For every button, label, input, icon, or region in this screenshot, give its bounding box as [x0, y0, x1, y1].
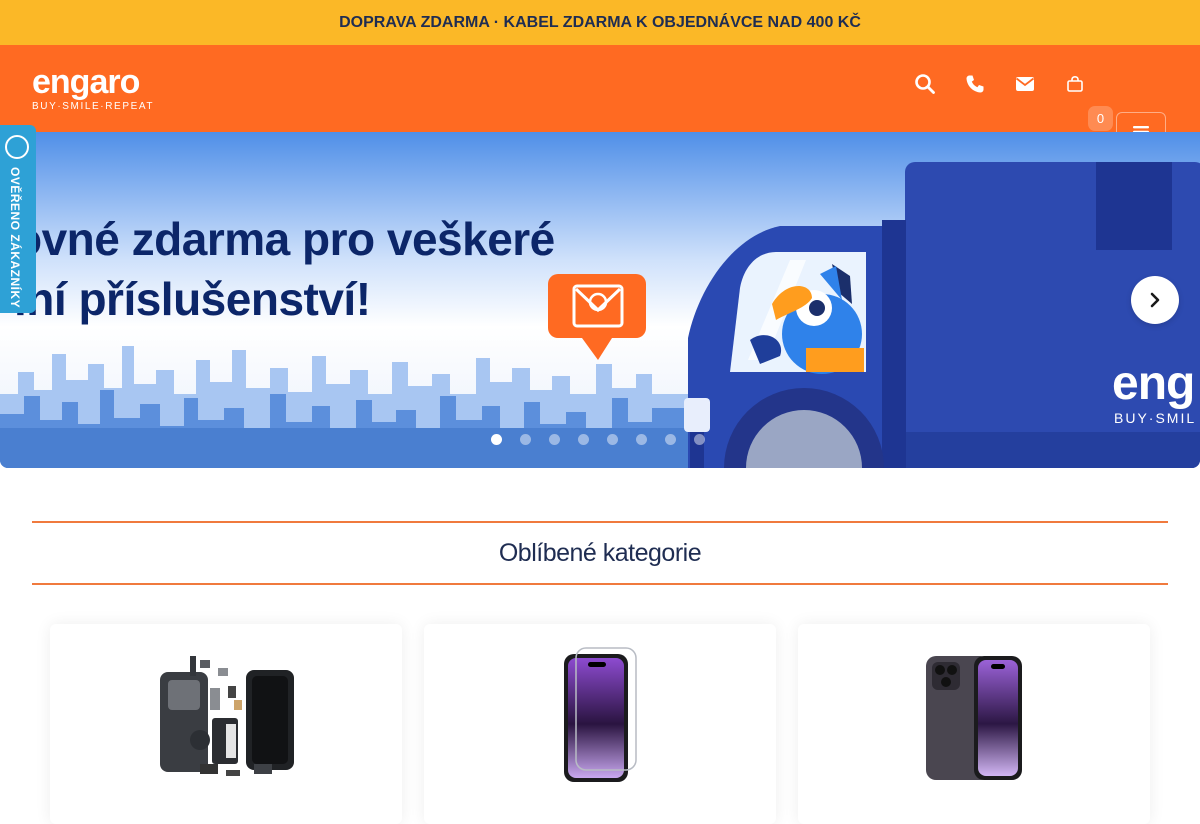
categories-title: Oblíbené kategorie — [498, 538, 702, 567]
carousel-dot[interactable] — [694, 434, 705, 445]
category-card-parts[interactable] — [50, 624, 402, 824]
carousel-dot[interactable] — [607, 434, 618, 445]
site-logo[interactable]: engaro BUY·SMILE·REPEAT — [32, 63, 155, 112]
carousel-dot[interactable] — [491, 434, 502, 445]
carousel-dot[interactable] — [520, 434, 531, 445]
hero-headline-line2: lní příslušenství! — [14, 273, 371, 325]
truck-logo: eng — [1112, 357, 1195, 410]
hero-carousel[interactable]: ovné zdarma pro veškeré lní příslušenstv… — [0, 132, 1200, 468]
verified-badge-text: OVĚŘENO ZÁKAZNÍKY — [8, 167, 22, 309]
verified-seal-icon — [5, 135, 29, 159]
shopping-bag-icon[interactable] — [1058, 67, 1092, 101]
search-icon[interactable] — [908, 67, 942, 101]
category-card-protective-film[interactable] — [798, 624, 1150, 824]
verified-by-customers-badge[interactable]: OVĚŘENO ZÁKAZNÍKY — [0, 125, 36, 313]
truck-tagline: BUY·SMIL — [1114, 410, 1197, 426]
category-card-screen-glass[interactable] — [424, 624, 776, 824]
logo-word: engaro — [32, 63, 140, 101]
cart-count: 0 — [1096, 111, 1105, 126]
carousel-dots — [491, 434, 705, 445]
carousel-dot[interactable] — [665, 434, 676, 445]
mail-icon[interactable] — [1008, 67, 1042, 101]
phone-parts-image — [160, 656, 294, 776]
carousel-dot[interactable] — [549, 434, 560, 445]
protective-film-image — [926, 656, 1022, 780]
screen-protector-glass-image — [564, 647, 637, 782]
cart-count-badge: 0 — [1088, 106, 1113, 131]
carousel-dot[interactable] — [636, 434, 647, 445]
announcement-text: DOPRAVA ZDARMA · KABEL ZDARMA K OBJEDNÁV… — [339, 13, 861, 31]
site-header: engaro BUY·SMILE·REPEAT 0 — [0, 45, 1200, 152]
carousel-dot[interactable] — [578, 434, 589, 445]
categories-heading: Oblíbené kategorie — [32, 521, 1168, 585]
carousel-next-button[interactable] — [1131, 276, 1179, 324]
logo-tagline: BUY·SMILE·REPEAT — [32, 101, 155, 112]
phone-icon[interactable] — [958, 67, 992, 101]
chevron-right-icon — [1150, 292, 1160, 308]
hero-headline-line1: ovné zdarma pro veškeré — [14, 213, 555, 265]
announcement-bar: DOPRAVA ZDARMA · KABEL ZDARMA K OBJEDNÁV… — [0, 0, 1200, 45]
